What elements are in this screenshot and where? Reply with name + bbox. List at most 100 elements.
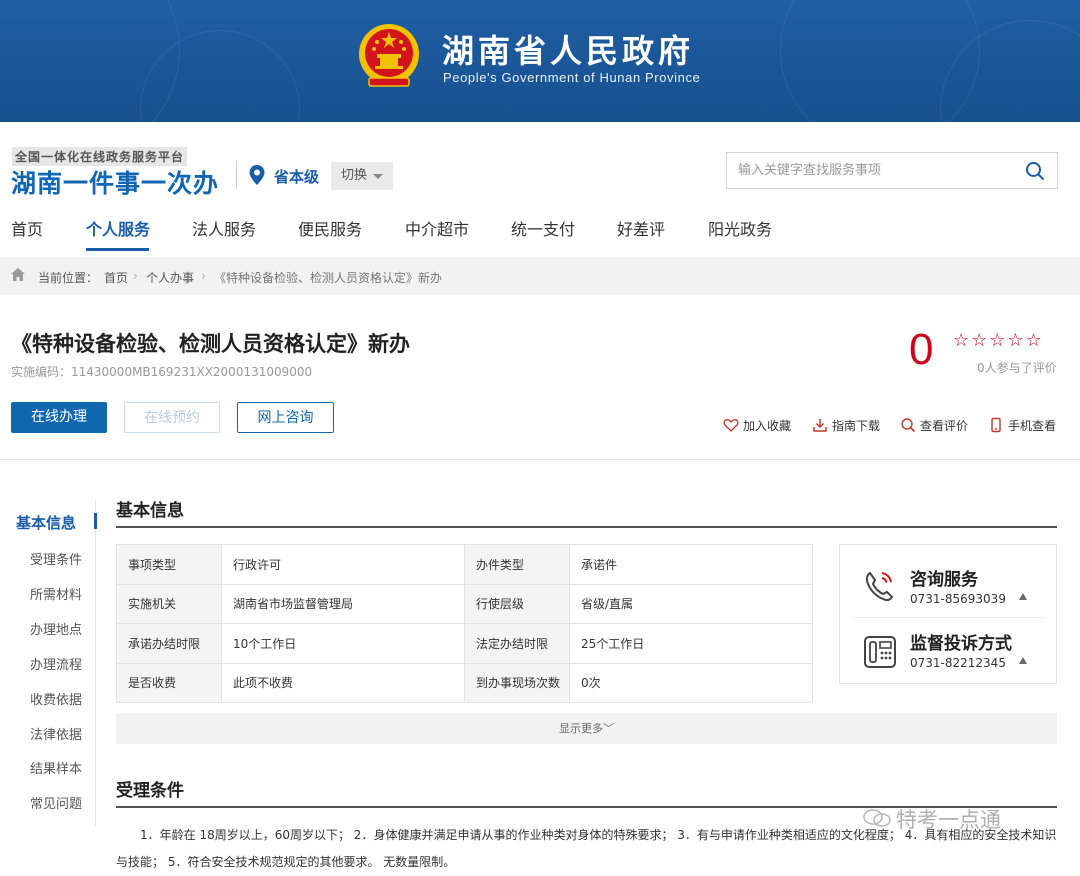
table-cell-key: 事项类型 <box>116 544 222 585</box>
breadcrumb: 当前位置： 首页 › 个人办事 › 《特种设备检验、检测人员资格认定》新办 <box>0 257 1080 295</box>
table-cell-value: 承诺件 <box>569 544 813 585</box>
table-cell-value: 0次 <box>569 662 813 703</box>
table-cell-key: 到办事现场次数 <box>464 662 570 703</box>
breadcrumb-current: 《特种设备检验、检测人员资格认定》新办 <box>214 271 443 285</box>
complaint-title: 监督投诉方式 <box>910 634 1012 654</box>
side-nav-active-indicator <box>94 513 97 529</box>
table-cell-value: 此项不收费 <box>221 662 465 703</box>
expand-triangle-icon <box>1019 593 1027 600</box>
breadcrumb-label: 当前位置： <box>38 271 99 285</box>
government-banner: 湖南省人民政府 People's Government of Hunan Pro… <box>0 0 1080 122</box>
nav-item-payment[interactable]: 统一支付 <box>511 216 575 240</box>
table-cell-value: 湖南省市场监督管理局 <box>221 583 465 624</box>
breadcrumb-separator: › <box>133 269 138 283</box>
table-cell-key: 法定办结时限 <box>464 623 570 664</box>
side-nav-result-sample[interactable]: 结果样本 <box>30 758 82 777</box>
table-cell-key: 实施机关 <box>116 583 222 624</box>
home-icon <box>11 268 25 281</box>
online-consult-button[interactable]: 网上咨询 <box>237 402 334 433</box>
breadcrumb-home[interactable]: 首页 <box>104 269 128 286</box>
show-more-button[interactable]: 显示更多﹀ <box>116 713 1057 744</box>
basic-info-table: 事项类型 行政许可 办件类型 承诺件 实施机关 湖南省市场监督管理局 行使层级 … <box>116 544 813 703</box>
table-cell-value: 省级/直属 <box>569 583 813 624</box>
magnifier-doc-icon <box>901 418 916 433</box>
region-switch-button[interactable]: 切换 <box>331 162 393 190</box>
view-rating-label: 查看评价 <box>920 419 969 433</box>
online-booking-button: 在线预约 <box>124 402 220 433</box>
side-nav-rail <box>95 500 96 826</box>
favorite-label: 加入收藏 <box>743 419 792 433</box>
table-cell-value: 行政许可 <box>221 544 465 585</box>
table-cell-value: 10个工作日 <box>221 623 465 664</box>
table-cell-value: 25个工作日 <box>569 623 813 664</box>
guide-download-label: 指南下载 <box>832 419 881 433</box>
expand-triangle-icon <box>1019 657 1027 664</box>
search-input[interactable] <box>727 153 1017 188</box>
contact-card: 咨询服务 0731-85693039 监督投诉方式 0731-82212345 <box>839 544 1057 684</box>
side-nav-fee-basis[interactable]: 收费依据 <box>30 689 82 708</box>
contact-divider <box>854 617 1044 618</box>
government-title: 湖南省人民政府 <box>442 32 695 70</box>
region-level: 省本级 <box>274 168 320 186</box>
nav-active-indicator <box>86 248 149 251</box>
table-row: 事项类型 行政许可 办件类型 承诺件 <box>116 544 813 585</box>
nav-item-rating[interactable]: 好差评 <box>617 216 665 240</box>
table-cell-key: 是否收费 <box>116 662 222 703</box>
side-nav-faq[interactable]: 常见问题 <box>30 793 82 812</box>
complaint-row[interactable]: 监督投诉方式 0731-82212345 <box>840 619 1058 685</box>
basic-info-rule <box>116 526 1057 528</box>
mobile-view-label: 手机查看 <box>1008 419 1057 433</box>
chevron-down-icon: ﹀ <box>603 722 614 735</box>
conditions-heading: 受理条件 <box>116 781 184 801</box>
caret-down-icon <box>373 174 383 179</box>
header-divider <box>236 161 237 189</box>
basic-info-heading: 基本信息 <box>116 501 184 521</box>
consult-service-title: 咨询服务 <box>910 570 978 590</box>
nav-item-convenience[interactable]: 便民服务 <box>298 216 362 240</box>
table-row: 实施机关 湖南省市场监督管理局 行使层级 省级/直属 <box>116 583 813 624</box>
table-row: 承诺办结时限 10个工作日 法定办结时限 25个工作日 <box>116 623 813 664</box>
nav-item-personal[interactable]: 个人服务 <box>86 216 150 240</box>
region-switch-label: 切换 <box>341 168 368 183</box>
main-nav: 首页 个人服务 法人服务 便民服务 中介超市 统一支付 好差评 阳光政务 <box>0 208 1080 252</box>
section-divider <box>0 459 1080 460</box>
rating-count: 0人参与了评价 <box>977 361 1057 375</box>
breadcrumb-personal-affairs[interactable]: 个人办事 <box>146 269 194 286</box>
search-icon[interactable] <box>1025 161 1045 181</box>
search-box <box>726 152 1058 189</box>
breadcrumb-separator: › <box>201 269 206 283</box>
nav-item-agency-market[interactable]: 中介超市 <box>405 216 469 240</box>
rating-stars: ☆☆☆☆☆ <box>953 330 1044 351</box>
side-nav-location[interactable]: 办理地点 <box>30 619 82 638</box>
platform-logo[interactable]: 湖南一件事一次办 <box>11 164 219 200</box>
government-subtitle: People's Government of Hunan Province <box>443 70 701 85</box>
nav-item-transparency[interactable]: 阳光政务 <box>708 216 772 240</box>
table-cell-key: 行使层级 <box>464 583 570 624</box>
side-nav-conditions[interactable]: 受理条件 <box>30 549 82 568</box>
side-nav-materials[interactable]: 所需材料 <box>30 584 82 603</box>
side-nav-process[interactable]: 办理流程 <box>30 654 82 673</box>
wechat-icon <box>863 809 891 827</box>
nav-item-home[interactable]: 首页 <box>11 216 43 240</box>
complaint-phone: 0731-82212345 <box>910 656 1006 670</box>
consult-service-phone: 0731-85693039 <box>910 592 1006 606</box>
table-row: 是否收费 此项不收费 到办事现场次数 0次 <box>116 662 813 703</box>
phone-ringing-icon <box>865 571 894 602</box>
table-cell-key: 办件类型 <box>464 544 570 585</box>
consult-service-row[interactable]: 咨询服务 0731-85693039 <box>840 551 1058 617</box>
side-nav-basic-info[interactable]: 基本信息 <box>16 512 76 533</box>
location-pin-icon <box>249 165 265 185</box>
online-apply-button[interactable]: 在线办理 <box>11 402 107 433</box>
desk-phone-icon <box>864 636 896 668</box>
side-nav-legal-basis[interactable]: 法律依据 <box>30 724 82 743</box>
watermark: 特考一点通 <box>896 808 1001 832</box>
implementation-code: 实施编码：11430000MB169231XX2000131009000 <box>11 365 313 379</box>
heart-icon <box>723 419 739 432</box>
table-cell-key: 承诺办结时限 <box>116 623 222 664</box>
nav-item-legal-entity[interactable]: 法人服务 <box>192 216 256 240</box>
mobile-phone-icon <box>991 417 1001 433</box>
national-emblem-icon <box>359 24 419 87</box>
download-icon <box>813 419 827 432</box>
page-title: 《特种设备检验、检测人员资格认定》新办 <box>11 332 410 356</box>
show-more-label: 显示更多 <box>559 722 603 735</box>
